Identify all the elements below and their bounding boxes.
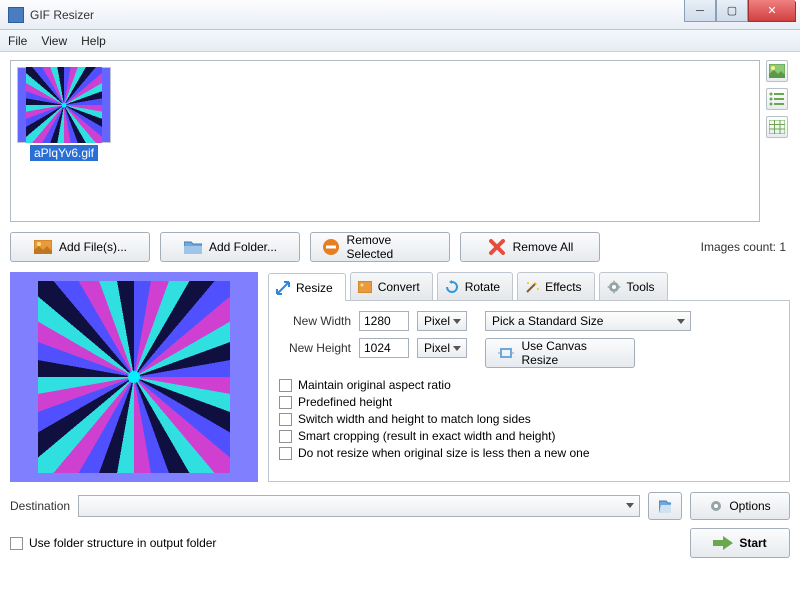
tab-effects-label: Effects xyxy=(545,280,581,294)
preview-pane xyxy=(10,272,258,482)
remove-icon xyxy=(321,239,341,255)
canvas-icon xyxy=(496,345,515,361)
folder-open-icon xyxy=(659,499,671,513)
options-button[interactable]: Options xyxy=(690,492,790,520)
tools-icon xyxy=(606,279,622,295)
grid-icon xyxy=(769,120,785,134)
smart-crop-label: Smart cropping (result in exact width an… xyxy=(298,429,555,443)
remove-all-button[interactable]: Remove All xyxy=(460,232,600,262)
menu-file[interactable]: File xyxy=(8,34,27,48)
tab-effects[interactable]: Effects xyxy=(517,272,594,300)
add-folder-label: Add Folder... xyxy=(209,240,277,254)
view-list-button[interactable] xyxy=(766,88,788,110)
predefined-height-label: Predefined height xyxy=(298,395,392,409)
tab-resize-label: Resize xyxy=(296,281,333,295)
remove-selected-label: Remove Selected xyxy=(347,233,439,261)
new-height-input[interactable] xyxy=(359,338,409,358)
new-width-label: New Width xyxy=(279,314,351,328)
add-folder-button[interactable]: Add Folder... xyxy=(160,232,300,262)
predefined-height-checkbox[interactable] xyxy=(279,396,292,409)
view-thumbnails-button[interactable] xyxy=(766,60,788,82)
options-label: Options xyxy=(729,499,770,513)
picture-add-icon xyxy=(33,239,53,255)
use-canvas-label: Use Canvas Resize xyxy=(521,339,624,367)
switch-wh-checkbox[interactable] xyxy=(279,413,292,426)
tab-rotate-label: Rotate xyxy=(465,280,500,294)
picture-icon xyxy=(769,64,785,78)
tab-convert-label: Convert xyxy=(378,280,420,294)
start-button[interactable]: Start xyxy=(690,528,790,558)
view-details-button[interactable] xyxy=(766,116,788,138)
rotate-icon xyxy=(444,279,460,295)
new-height-label: New Height xyxy=(279,341,351,355)
titlebar: GIF Resizer ─ ▢ ✕ xyxy=(0,0,800,30)
height-unit-select[interactable]: Pixel xyxy=(417,338,467,358)
menubar: File View Help xyxy=(0,30,800,52)
start-label: Start xyxy=(739,536,766,550)
preview-image xyxy=(38,281,230,473)
folder-icon xyxy=(183,239,203,255)
browse-destination-button[interactable] xyxy=(648,492,682,520)
tab-resize[interactable]: Resize xyxy=(268,273,346,301)
remove-all-label: Remove All xyxy=(513,240,574,254)
maintain-ratio-checkbox[interactable] xyxy=(279,379,292,392)
tab-tools[interactable]: Tools xyxy=(599,272,668,300)
tab-tools-label: Tools xyxy=(627,280,655,294)
thumbnail-panel[interactable]: aPlqYv6.gif xyxy=(10,60,760,222)
use-folder-structure-checkbox[interactable] xyxy=(10,537,23,550)
close-button[interactable]: ✕ xyxy=(748,0,796,22)
remove-all-icon xyxy=(487,239,507,255)
menu-view[interactable]: View xyxy=(41,34,67,48)
thumbnail-filename: aPlqYv6.gif xyxy=(30,145,98,161)
resize-panel: New Width Pixel New Height Pixel Pick a xyxy=(268,301,790,482)
images-count-label: Images count: 1 xyxy=(701,240,790,254)
tab-rotate[interactable]: Rotate xyxy=(437,272,513,300)
tab-convert[interactable]: Convert xyxy=(350,272,433,300)
use-folder-structure-label: Use folder structure in output folder xyxy=(29,536,216,550)
no-upscale-label: Do not resize when original size is less… xyxy=(298,446,590,460)
minimize-button[interactable]: ─ xyxy=(684,0,716,22)
destination-label: Destination xyxy=(10,499,70,513)
menu-help[interactable]: Help xyxy=(81,34,106,48)
add-files-button[interactable]: Add File(s)... xyxy=(10,232,150,262)
resize-icon xyxy=(275,280,291,296)
tabs: Resize Convert Rotate Effects Tools xyxy=(268,272,790,301)
maximize-button[interactable]: ▢ xyxy=(716,0,748,22)
thumbnail-image xyxy=(17,67,111,143)
thumbnail-item[interactable]: aPlqYv6.gif xyxy=(17,67,111,161)
new-width-input[interactable] xyxy=(359,311,409,331)
window-title: GIF Resizer xyxy=(30,8,94,22)
width-unit-select[interactable]: Pixel xyxy=(417,311,467,331)
maintain-ratio-label: Maintain original aspect ratio xyxy=(298,378,451,392)
gear-icon xyxy=(709,499,723,513)
list-icon xyxy=(769,92,785,106)
add-files-label: Add File(s)... xyxy=(59,240,127,254)
use-canvas-resize-button[interactable]: Use Canvas Resize xyxy=(485,338,635,368)
effects-icon xyxy=(524,279,540,295)
no-upscale-checkbox[interactable] xyxy=(279,447,292,460)
destination-select[interactable] xyxy=(78,495,640,517)
remove-selected-button[interactable]: Remove Selected xyxy=(310,232,450,262)
standard-size-select[interactable]: Pick a Standard Size xyxy=(485,311,691,331)
start-arrow-icon xyxy=(713,536,733,550)
convert-icon xyxy=(357,279,373,295)
smart-crop-checkbox[interactable] xyxy=(279,430,292,443)
app-icon xyxy=(8,7,24,23)
switch-wh-label: Switch width and height to match long si… xyxy=(298,412,531,426)
